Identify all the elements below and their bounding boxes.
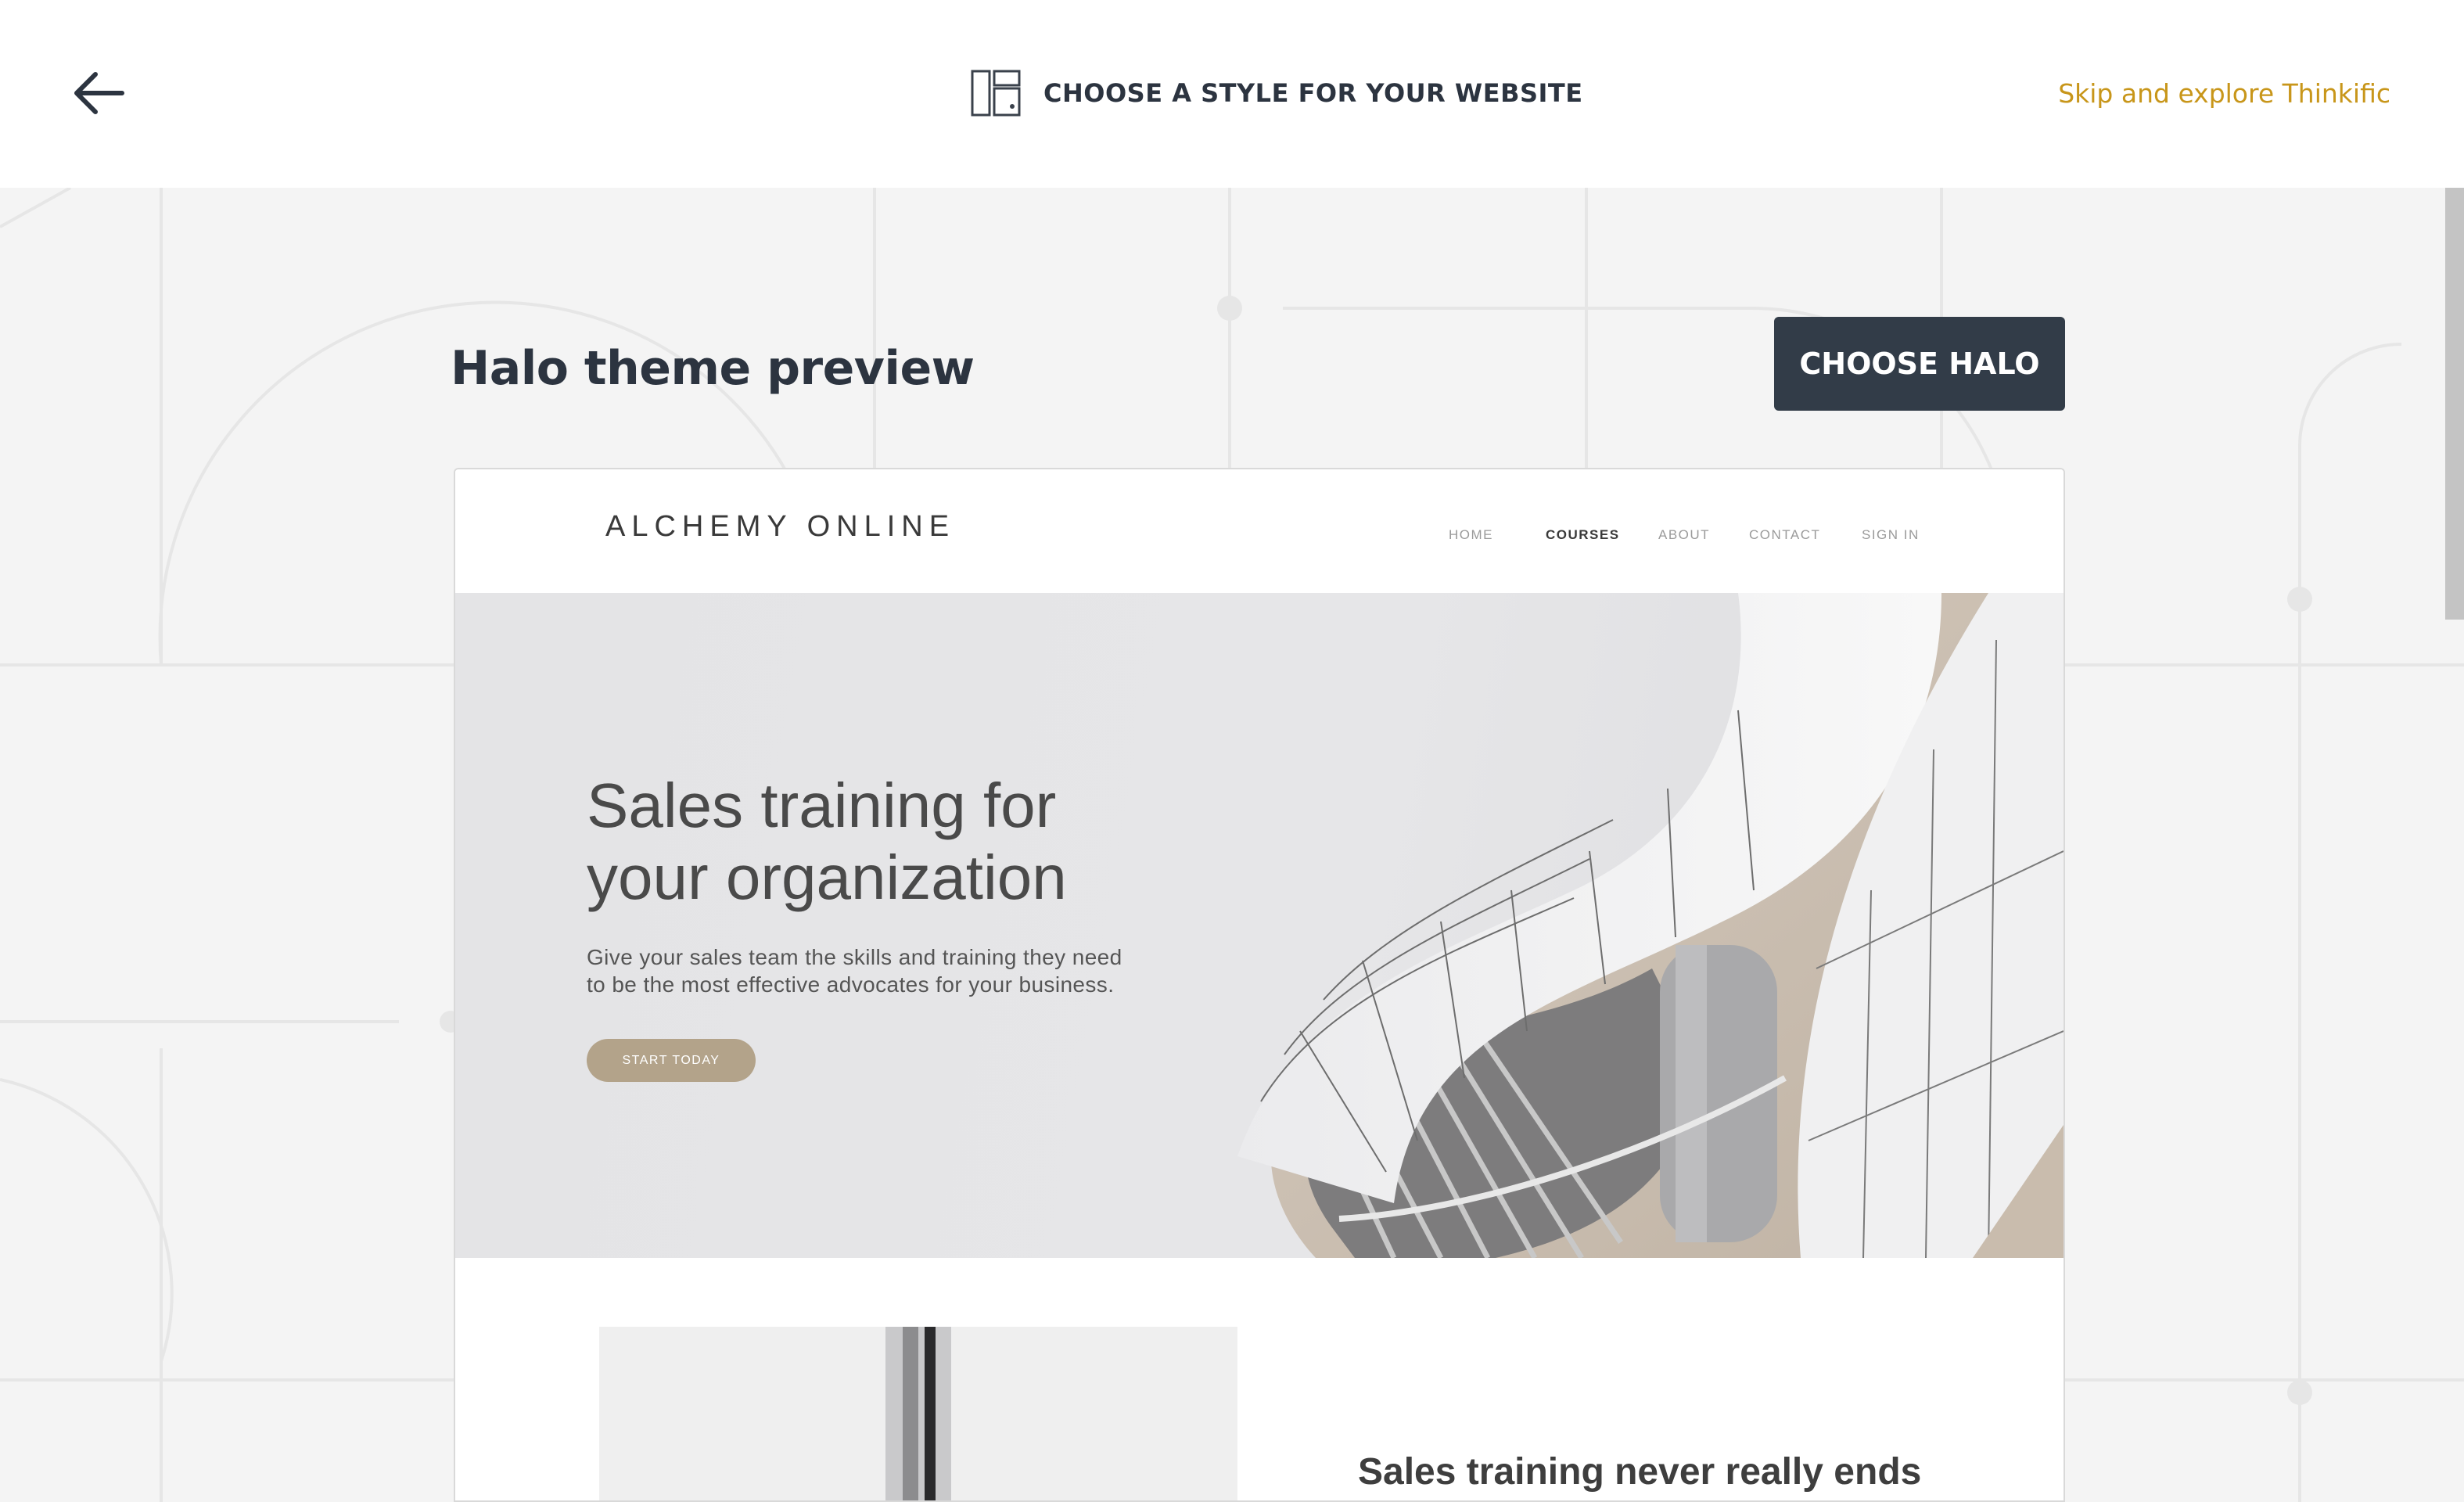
content-section: Sales training never really ends (455, 1258, 2064, 1500)
hero-section: Sales training for your organization Giv… (455, 593, 2064, 1258)
section-heading: Sales training never really ends (1358, 1451, 1922, 1493)
site-nav-about[interactable]: ABOUT (1658, 527, 1710, 543)
site-nav-courses[interactable]: COURSES (1546, 527, 1620, 543)
hero-subtitle-line-2: to be the most effective advocates for y… (587, 972, 1115, 997)
start-today-button[interactable]: START TODAY (587, 1039, 756, 1082)
section-image (599, 1327, 1237, 1500)
hero-architecture-image (1237, 593, 2064, 1258)
section-image-graphic (599, 1327, 1237, 1500)
hero-title-line-1: Sales training for (587, 771, 1057, 840)
skip-explore-link[interactable]: Skip and explore Thinkific (2058, 78, 2390, 109)
hero-title: Sales training for your organization (587, 770, 1212, 914)
top-bar: CHOOSE A STYLE FOR YOUR WEBSITE Skip and… (0, 0, 2464, 188)
hero-subtitle-line-1: Give your sales team the skills and trai… (587, 945, 1122, 969)
back-button[interactable] (72, 69, 127, 117)
site-nav-contact[interactable]: CONTACT (1749, 527, 1820, 543)
layout-icon (971, 70, 1021, 117)
page-heading: CHOOSE A STYLE FOR YOUR WEBSITE (1043, 78, 1583, 108)
theme-preview-frame: ALCHEMY ONLINE HOME COURSES ABOUT CONTAC… (454, 468, 2065, 1502)
preview-title: Halo theme preview (451, 341, 975, 396)
hero-subtitle: Give your sales team the skills and trai… (587, 943, 1181, 998)
hero-title-line-2: your organization (587, 843, 1067, 912)
choose-halo-button[interactable]: CHOOSE HALO (1774, 317, 2065, 411)
site-nav-bar: ALCHEMY ONLINE HOME COURSES ABOUT CONTAC… (455, 469, 2064, 593)
site-nav-home[interactable]: HOME (1449, 527, 1493, 543)
site-logo: ALCHEMY ONLINE (605, 510, 956, 543)
scrollbar-thumb[interactable] (2445, 188, 2464, 620)
site-nav-sign-in[interactable]: SIGN IN (1862, 527, 1920, 543)
page-title-group: CHOOSE A STYLE FOR YOUR WEBSITE (970, 67, 1583, 119)
arrow-left-icon (74, 72, 124, 114)
